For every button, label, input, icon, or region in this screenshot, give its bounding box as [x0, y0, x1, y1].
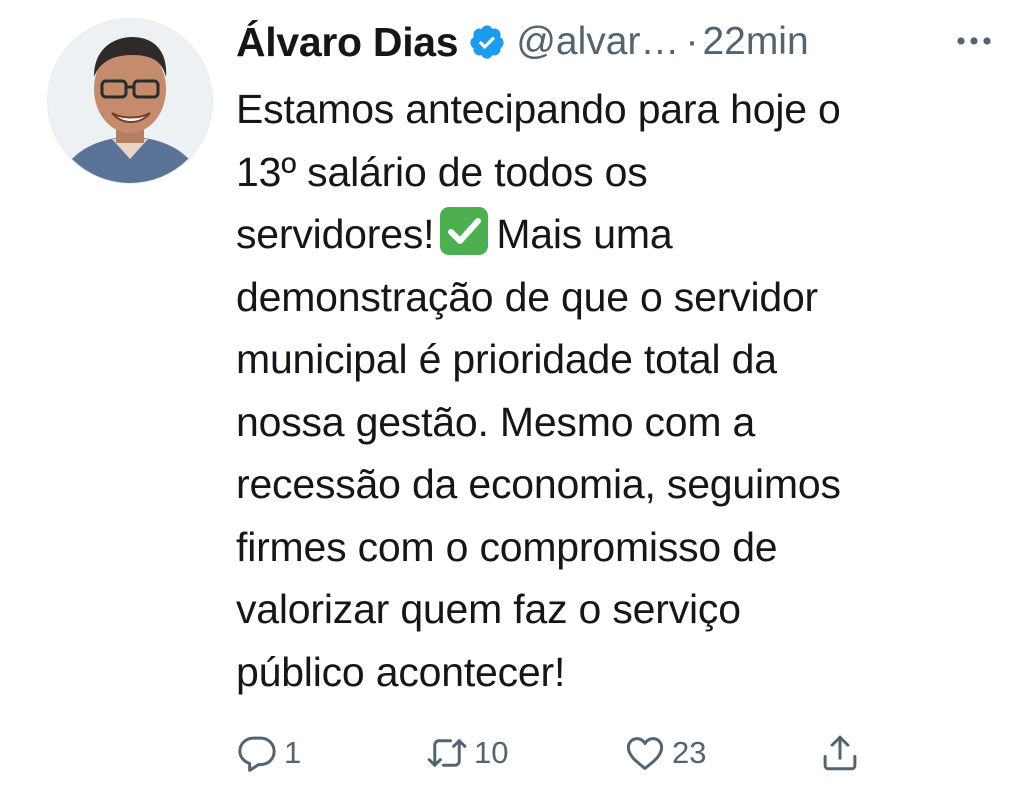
heart-icon [624, 732, 666, 774]
reply-icon [236, 732, 278, 774]
check-mark-emoji-icon [438, 205, 490, 257]
retweet-icon [426, 732, 468, 774]
reply-button[interactable]: 1 [236, 728, 301, 778]
tweet-text-line: servidores! Mais uma [236, 203, 986, 266]
tweet-text-line: público acontecer! [236, 648, 566, 695]
tweet[interactable]: Álvaro Dias @alvar… · 22min Estamos ante… [0, 0, 1024, 807]
author-handle[interactable]: @alvar… [516, 20, 679, 64]
retweet-count: 10 [474, 735, 509, 770]
tweet-text-line: demonstração de que o servidor [236, 273, 819, 320]
reply-count: 1 [284, 735, 302, 770]
tweet-text-line: valorizar quem faz o serviço [236, 586, 741, 632]
separator-dot: · [685, 20, 699, 63]
tweet-actions: 1 10 23 [236, 728, 1024, 778]
like-button[interactable]: 23 [624, 728, 706, 778]
share-button[interactable] [819, 728, 861, 778]
tweet-text-line: recessão da economia, seguimos [236, 461, 841, 507]
share-icon [819, 732, 861, 774]
tweet-text-line: firmes com o compromisso de [236, 523, 778, 570]
tweet-header: Álvaro Dias @alvar… · 22min [236, 14, 994, 70]
like-count: 23 [672, 735, 707, 770]
more-options-icon[interactable] [954, 26, 994, 56]
tweet-text: Estamos antecipando para hoje o 13º salá… [236, 78, 986, 703]
author-name[interactable]: Álvaro Dias [236, 19, 459, 66]
avatar[interactable] [47, 18, 213, 184]
tweet-text-line: nossa gestão. Mesmo com a [236, 398, 756, 445]
tweet-text-line: 13º salário de todos os [236, 148, 648, 195]
tweet-timestamp[interactable]: 22min [702, 20, 808, 64]
retweet-button[interactable]: 10 [426, 728, 508, 778]
verified-badge-icon [468, 23, 506, 61]
tweet-text-line: municipal é prioridade total da [236, 336, 777, 382]
tweet-text-line: Estamos antecipando para hoje o [236, 86, 841, 132]
avatar-photo [48, 19, 212, 183]
